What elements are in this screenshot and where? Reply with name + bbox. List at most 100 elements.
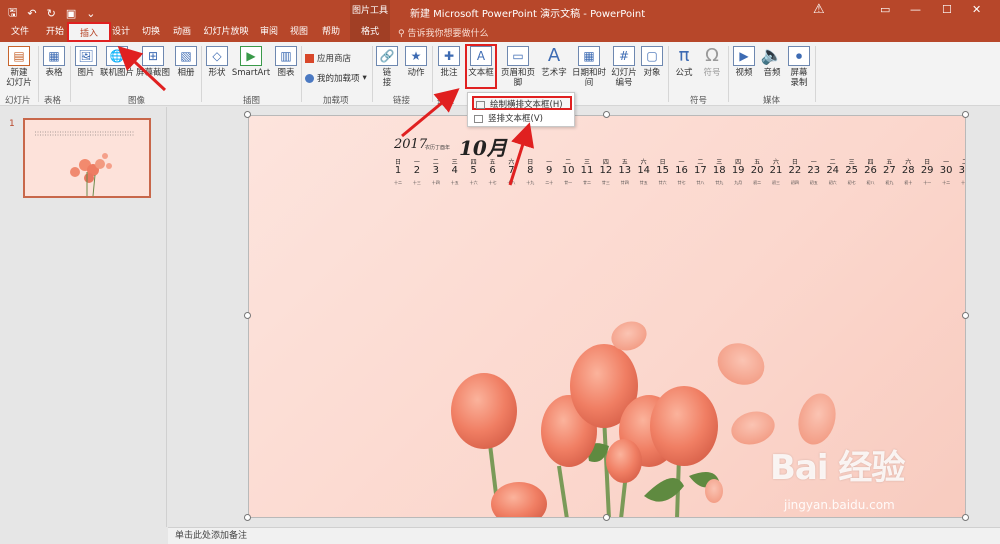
textbox-highlight — [465, 44, 497, 89]
vertical-textbox-icon — [474, 115, 483, 123]
resize-handle[interactable] — [244, 111, 251, 118]
textbox-dropdown-menu: 绘制横排文本框(H) 竖排文本框(V) — [467, 92, 575, 127]
tab-home[interactable]: 开始 — [40, 22, 70, 42]
tab-review[interactable]: 审阅 — [256, 22, 282, 42]
title-bar: 🖫 ↶ ↻ ▣ ⌄ 图片工具 新建 Microsoft PowerPoint 演… — [0, 0, 1000, 22]
shapes-button[interactable]: ◇ 形状 — [205, 46, 229, 78]
video-button[interactable]: ▶ 视频 — [732, 46, 756, 78]
group-separator — [432, 46, 433, 102]
window-title: 新建 Microsoft PowerPoint 演示文稿 - PowerPoin… — [410, 9, 646, 20]
tab-transitions[interactable]: 切换 — [138, 22, 164, 42]
audio-button[interactable]: 🔈 音频 — [760, 45, 784, 79]
watermark-url: jingyan.baidu.com — [784, 498, 895, 512]
new-slide-button[interactable]: ▤ 新建 幻灯片 — [6, 46, 32, 88]
header-footer-icon: ▭ — [507, 46, 529, 66]
video-icon: ▶ — [733, 46, 755, 66]
resize-handle[interactable] — [603, 514, 610, 521]
group-label-media: 媒体 — [763, 96, 781, 106]
ribbon-display-icon[interactable]: ▭ — [880, 3, 890, 16]
comment-icon: ✚ — [438, 46, 460, 66]
tab-slideshow[interactable]: 幻灯片放映 — [200, 22, 252, 42]
baidu-watermark: Bai 经验 jingyan.baidu.com — [770, 440, 905, 512]
slide-number-button[interactable]: # 幻灯片 编号 — [611, 46, 637, 88]
album-icon: ▧ — [175, 46, 197, 66]
present-icon[interactable]: ▣ — [66, 7, 76, 20]
tab-view[interactable]: 视图 — [286, 22, 312, 42]
online-picture-icon: 🌐 — [106, 46, 128, 66]
action-button[interactable]: ★ 动作 — [403, 46, 429, 78]
object-icon: ▢ — [641, 46, 663, 66]
resize-handle[interactable] — [962, 312, 969, 319]
addins-icon — [305, 73, 314, 83]
screenshot-button[interactable]: ⊞ 屏幕截图 — [136, 46, 170, 78]
datetime-button[interactable]: ▦ 日期和时间 — [569, 46, 609, 88]
group-label-illustrations: 插图 — [243, 96, 261, 106]
comment-button[interactable]: ✚ 批注 — [436, 46, 462, 78]
speaker-icon: 🔈 — [760, 45, 784, 66]
group-separator — [668, 46, 669, 102]
my-addins-button[interactable]: 我的加载项 ▾ — [305, 72, 367, 84]
group-separator — [70, 46, 71, 102]
symbol-button[interactable]: Ω 符号 — [700, 46, 724, 79]
online-picture-button[interactable]: 🌐 联机图片 — [100, 46, 134, 78]
menu-item-horizontal-textbox[interactable]: 绘制横排文本框(H) — [472, 96, 572, 110]
store-icon — [305, 53, 314, 63]
tab-animations[interactable]: 动画 — [168, 22, 196, 42]
slide-thumbnail[interactable] — [23, 118, 151, 198]
table-button[interactable]: ▦ 表格 — [42, 46, 66, 78]
horizontal-textbox-icon — [476, 101, 485, 109]
maximize-button[interactable]: ☐ — [942, 3, 952, 16]
smartart-icon: ▶ — [240, 46, 262, 66]
group-separator — [301, 46, 302, 102]
resize-handle[interactable] — [962, 514, 969, 521]
equation-button[interactable]: π 公式 — [671, 46, 697, 79]
customize-icon[interactable]: ⌄ — [86, 7, 95, 20]
save-icon[interactable]: 🖫 — [8, 4, 17, 23]
slide-number-icon: # — [613, 46, 635, 66]
group-label-links: 链接 — [393, 96, 411, 106]
link-button[interactable]: 🔗 链 接 — [376, 46, 398, 88]
screen-record-icon: ⏺ — [788, 46, 810, 66]
store-button[interactable]: 应用商店 — [305, 52, 351, 64]
wordart-button[interactable]: A 艺术字 — [540, 45, 568, 79]
tab-insert[interactable]: 插入 — [67, 22, 111, 42]
close-button[interactable]: ✕ — [972, 3, 981, 16]
smartart-button[interactable]: ▶ SmartArt — [231, 46, 271, 78]
chart-icon: ▥ — [275, 46, 297, 66]
watermark-logo-text: Bai 经验 — [770, 448, 905, 488]
menu-item-vertical-textbox[interactable]: 竖排文本框(V) — [472, 112, 572, 126]
picture-icon: 🖼 — [75, 46, 97, 66]
screen-record-button[interactable]: ⏺ 屏幕 录制 — [787, 46, 811, 88]
group-separator — [372, 46, 373, 102]
context-tool-label: 图片工具 — [350, 0, 390, 22]
shapes-icon: ◇ — [206, 46, 228, 66]
tab-format[interactable]: 格式 — [350, 22, 390, 42]
tab-design[interactable]: 设计 — [110, 22, 132, 42]
new-slide-icon: ▤ — [8, 46, 30, 66]
group-label-symbols: 符号 — [690, 96, 708, 106]
notes-pane[interactable]: 单击此处添加备注 — [168, 527, 1000, 544]
object-button[interactable]: ▢ 对象 — [640, 46, 664, 78]
minimize-button[interactable]: — — [910, 3, 921, 16]
tab-file[interactable]: 文件 — [6, 22, 34, 42]
group-separator — [38, 46, 39, 102]
redo-icon[interactable]: ↻ — [47, 7, 56, 20]
table-icon: ▦ — [43, 46, 65, 66]
link-icon: 🔗 — [376, 46, 398, 66]
undo-icon[interactable]: ↶ — [27, 7, 36, 20]
header-footer-button[interactable]: ▭ 页眉和页脚 — [497, 46, 539, 88]
resize-handle[interactable] — [962, 111, 969, 118]
quick-access-toolbar: 🖫 ↶ ↻ ▣ ⌄ — [8, 4, 95, 23]
tab-help[interactable]: 帮助 — [318, 22, 344, 42]
wordart-icon: A — [547, 45, 561, 66]
resize-handle[interactable] — [603, 111, 610, 118]
thumbnail-roses-image — [35, 131, 135, 196]
album-button[interactable]: ▧ 相册 — [174, 46, 198, 78]
resize-handle[interactable] — [244, 312, 251, 319]
warning-icon[interactable]: ⚠ — [813, 2, 825, 17]
chart-button[interactable]: ▥ 图表 — [274, 46, 298, 78]
resize-handle[interactable] — [244, 514, 251, 521]
tell-me-search[interactable]: ⚲ 告诉我你想要做什么 — [398, 26, 488, 39]
picture-button[interactable]: 🖼 图片 — [74, 46, 98, 78]
calendar-icon: ▦ — [578, 46, 600, 66]
